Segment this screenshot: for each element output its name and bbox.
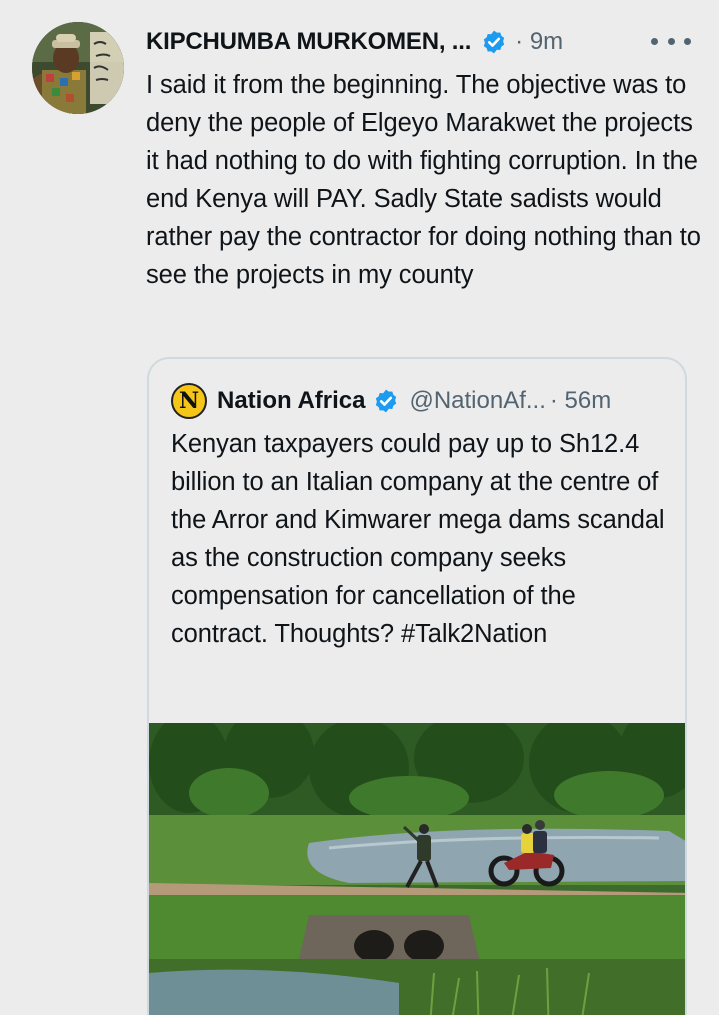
more-options-icon[interactable] <box>651 26 691 56</box>
quoted-tweet-text: Kenyan taxpayers could pay up to Sh12.4 … <box>171 430 665 648</box>
quoted-author-handle[interactable]: @NationAf... <box>409 387 545 415</box>
verified-badge-icon <box>483 30 505 54</box>
quoted-author-avatar[interactable]: N <box>171 383 207 419</box>
tweet-timestamp[interactable]: · 9m <box>515 28 563 56</box>
verified-badge-icon <box>376 389 397 413</box>
quoted-tweet-timestamp[interactable]: · 56m <box>550 387 611 415</box>
author-avatar[interactable] <box>32 22 124 114</box>
tweet[interactable]: KIPCHUMBA MURKOMEN, ... · 9m I said it f… <box>0 0 719 1015</box>
tweet-header: KIPCHUMBA MURKOMEN, ... · 9m <box>146 24 691 60</box>
quoted-tweet-photo[interactable] <box>149 708 685 1015</box>
quoted-author-name[interactable]: Nation Africa <box>217 387 365 415</box>
author-name[interactable]: KIPCHUMBA MURKOMEN, ... <box>146 28 471 56</box>
tweet-text: I said it from the beginning. The object… <box>146 71 701 289</box>
quoted-tweet[interactable]: N Nation Africa @NationAf... · 56m Kenya… <box>147 357 687 1015</box>
quoted-tweet-header: N Nation Africa @NationAf... · 56m <box>171 381 671 421</box>
